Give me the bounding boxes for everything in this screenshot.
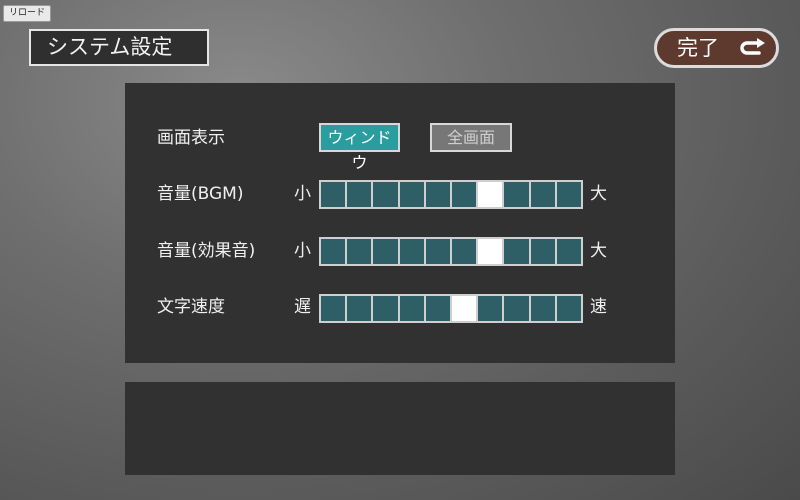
se-max-label: 大 (590, 241, 607, 261)
slider-segment[interactable] (373, 239, 398, 264)
slider-segment[interactable] (399, 182, 424, 207)
slider-segment[interactable] (425, 296, 451, 321)
message-panel (125, 382, 675, 475)
done-button[interactable]: 完了 (654, 28, 779, 68)
slider-segment[interactable] (321, 182, 346, 207)
page-title: システム設定 (29, 29, 209, 66)
se-volume-label: 音量(効果音) (157, 241, 256, 261)
fullscreen-mode-button[interactable]: 全画面 (430, 123, 512, 152)
slider-segment[interactable] (504, 239, 529, 264)
se-min-label: 小 (294, 241, 311, 261)
slider-knob[interactable] (478, 182, 503, 207)
done-button-label: 完了 (677, 36, 719, 60)
text-speed-label: 文字速度 (157, 297, 225, 317)
text-speed-max-label: 速 (590, 297, 607, 317)
slider-segment[interactable] (425, 182, 451, 207)
slider-knob[interactable] (478, 239, 503, 264)
bgm-min-label: 小 (294, 184, 311, 204)
reload-button[interactable]: リロード (3, 5, 52, 22)
slider-segment[interactable] (321, 239, 346, 264)
slider-segment[interactable] (478, 296, 503, 321)
slider-segment[interactable] (556, 296, 582, 321)
slider-segment[interactable] (504, 296, 529, 321)
slider-segment[interactable] (530, 182, 555, 207)
bgm-volume-slider[interactable] (319, 180, 583, 209)
text-speed-min-label: 遅 (294, 297, 311, 317)
slider-segment[interactable] (347, 239, 372, 264)
bgm-volume-label: 音量(BGM) (157, 184, 244, 204)
slider-segment[interactable] (530, 296, 555, 321)
slider-segment[interactable] (321, 296, 346, 321)
slider-segment[interactable] (347, 296, 372, 321)
slider-segment[interactable] (425, 239, 451, 264)
slider-segment[interactable] (556, 239, 582, 264)
slider-segment[interactable] (530, 239, 555, 264)
text-speed-slider[interactable] (319, 294, 583, 323)
display-mode-label: 画面表示 (157, 128, 225, 148)
slider-segment[interactable] (373, 182, 398, 207)
slider-knob[interactable] (452, 296, 477, 321)
slider-segment[interactable] (452, 182, 477, 207)
se-volume-slider[interactable] (319, 237, 583, 266)
slider-segment[interactable] (373, 296, 398, 321)
bgm-max-label: 大 (590, 184, 607, 204)
slider-segment[interactable] (556, 182, 582, 207)
slider-segment[interactable] (504, 182, 529, 207)
slider-segment[interactable] (347, 182, 372, 207)
slider-segment[interactable] (452, 239, 477, 264)
return-arrow-icon (740, 38, 765, 55)
slider-segment[interactable] (399, 239, 424, 264)
window-mode-button[interactable]: ウィンドウ (319, 123, 400, 172)
slider-segment[interactable] (399, 296, 424, 321)
